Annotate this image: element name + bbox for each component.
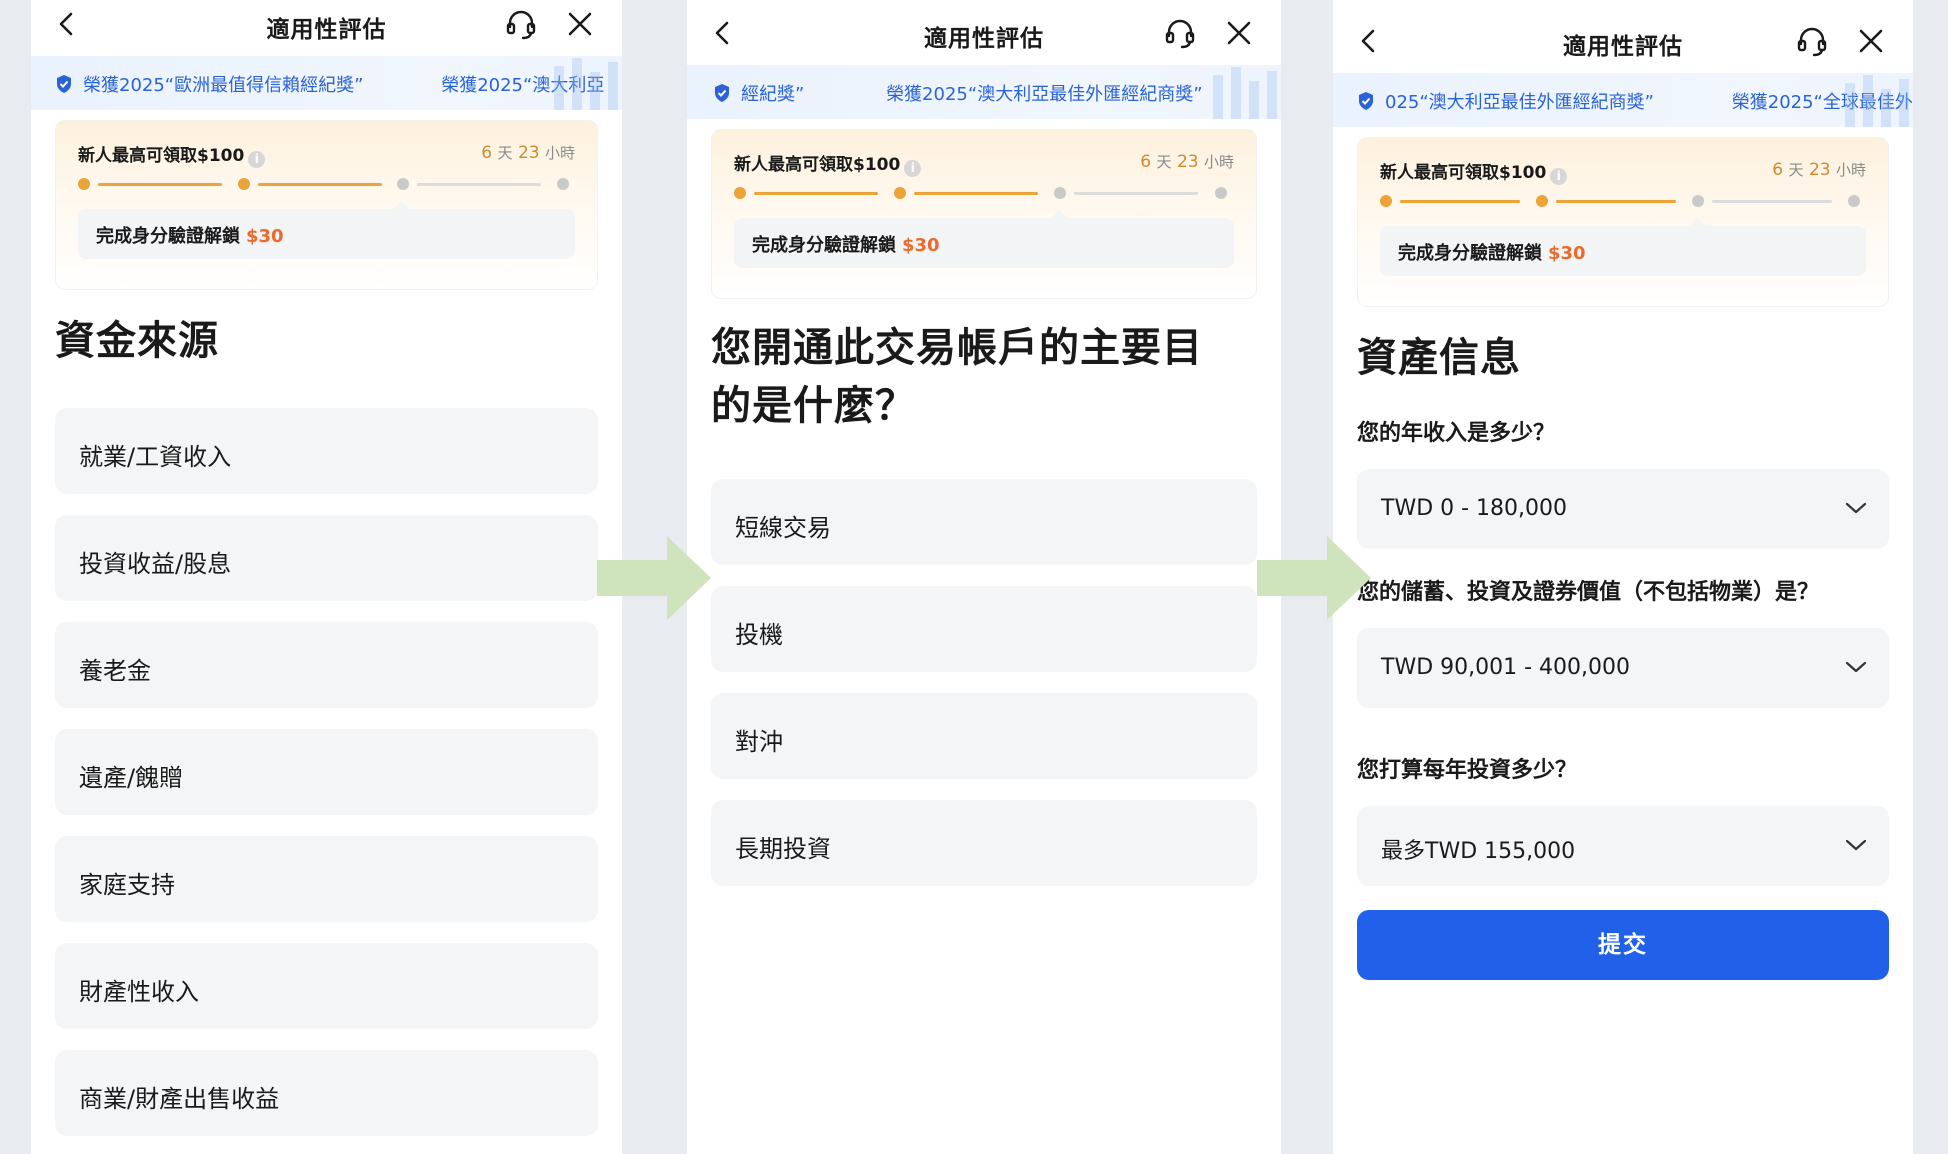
progress-segment [1400,200,1520,203]
option-inheritance-gift[interactable]: 遺產/餽贈 [55,729,598,815]
reward-headline: 新人最高可領取$100 i [1380,158,1568,185]
info-icon[interactable]: i [248,151,266,168]
marquee-item: 榮獲2025“澳大利亞最佳外匯經紀商獎” [886,84,1203,105]
flow-arrow-2 [1257,536,1371,620]
countdown-timer: 6 天 23 小時 [481,143,575,163]
progress-segment [1712,200,1832,203]
option-short-term-trading[interactable]: 短線交易 [711,479,1257,565]
progress-dot [238,178,250,190]
progress-segment [258,183,382,186]
screen-source-of-funds: 適用性評估 榮獲2025“歐洲最值得信賴經紀獎” 榮獲2025“澳大利亞 新人最… [31,0,622,1154]
progress-dot [894,187,906,199]
savings-investment-select[interactable]: TWD 90,001 - 400,000 [1357,628,1889,708]
progress-segment [417,183,541,186]
progress-dot [734,187,746,199]
option-hedging[interactable]: 對沖 [711,693,1257,779]
option-employment-income[interactable]: 就業/工資收入 [55,408,598,494]
reward-headline: 新人最高可領取$100 i [78,141,266,168]
chevron-down-icon [1845,502,1867,514]
option-family-support[interactable]: 家庭支持 [55,836,598,922]
section-heading: 您開通此交易帳戶的主要目 的是什麼？ [711,325,1203,429]
progress-dot [557,178,569,190]
shield-icon [715,84,729,102]
newcomer-reward-card[interactable]: 新人最高可領取$100 i 6 天 23 小時 完成身分驗證解鎖 $30 [1357,137,1889,307]
countdown-timer: 6 天 23 小時 [1140,152,1234,172]
savings-investment-value: TWD 90,001 - 400,000 [1381,655,1631,680]
option-speculation[interactable]: 投機 [711,586,1257,672]
screen-account-purpose: 適用性評估 經紀獎” 榮獲2025“澳大利亞最佳外匯經紀商獎” 新人最高可領取$… [687,0,1281,1154]
question-annual-income-label: 您的年收入是多少？ [1357,421,1556,446]
question-savings-investment-label: 您的儲蓄、投資及證券價值（不包括物業）是？ [1357,580,1820,605]
annual-income-select[interactable]: TWD 0 - 180,000 [1357,469,1889,549]
progress-segment [1556,200,1676,203]
reward-progress [78,178,575,190]
awards-marquee: 025“澳大利亞最佳外匯經紀商獎” 榮獲2025“全球最佳外 [1333,73,1913,127]
info-icon[interactable]: i [1550,168,1568,185]
reward-headline: 新人最高可領取$100 i [734,150,922,177]
award-watermark-icon [1845,75,1909,127]
headset-icon[interactable] [1163,17,1197,51]
nav-bar: 適用性評估 [1333,17,1913,65]
nav-bar: 適用性評估 [687,9,1281,57]
screen-asset-information: 適用性評估 025“澳大利亞最佳外匯經紀商獎” 榮獲2025“全球最佳外 新人最… [1333,0,1913,1154]
headset-icon[interactable] [1795,25,1829,59]
progress-dot [1054,187,1066,199]
award-watermark-icon [554,58,618,110]
marquee-item: 經紀獎” [713,80,804,106]
option-business-sale-proceeds[interactable]: 商業/財產出售收益 [55,1050,598,1136]
progress-dot [1536,195,1548,207]
option-long-term-investment[interactable]: 長期投資 [711,800,1257,886]
progress-dot [1380,195,1392,207]
close-icon[interactable] [566,10,594,38]
annual-investment-select[interactable]: 最多TWD 155,000 [1357,806,1889,886]
marquee-item: 025“澳大利亞最佳外匯經紀商獎” [1357,88,1654,114]
annual-investment-value: 最多TWD 155,000 [1381,839,1576,864]
option-property-income[interactable]: 財產性收入 [55,943,598,1029]
marquee-item: 榮獲2025“歐洲最值得信賴經紀獎” [55,71,363,97]
reward-progress [1380,195,1866,207]
unlock-tip: 完成身分驗證解鎖 $30 [734,218,1234,268]
section-heading: 資金來源 [55,318,219,364]
progress-dot [1848,195,1860,207]
option-pension[interactable]: 養老金 [55,622,598,708]
unlock-tip: 完成身分驗證解鎖 $30 [1380,226,1866,276]
nav-bar: 適用性評估 [31,0,622,48]
progress-dot [397,178,409,190]
headset-icon[interactable] [504,8,538,42]
progress-dot [1692,195,1704,207]
newcomer-reward-card[interactable]: 新人最高可領取$100 i 6 天 23 小時 完成身分驗證解鎖 $30 [55,120,598,290]
progress-segment [914,192,1038,195]
option-investment-income[interactable]: 投資收益/股息 [55,515,598,601]
reward-progress [734,187,1234,199]
chevron-down-icon [1845,839,1867,851]
unlock-tip: 完成身分驗證解鎖 $30 [78,209,575,259]
flow-stage: 適用性評估 榮獲2025“歐洲最值得信賴經紀獎” 榮獲2025“澳大利亞 新人最… [0,0,1948,1154]
countdown-timer: 6 天 23 小時 [1772,160,1866,180]
progress-segment [754,192,878,195]
award-watermark-icon [1213,67,1277,119]
close-icon[interactable] [1857,27,1885,55]
submit-button[interactable]: 提交 [1357,910,1889,980]
awards-marquee: 榮獲2025“歐洲最值得信賴經紀獎” 榮獲2025“澳大利亞 [31,56,622,110]
section-heading: 資產信息 [1357,335,1521,381]
progress-segment [98,183,222,186]
newcomer-reward-card[interactable]: 新人最高可領取$100 i 6 天 23 小時 完成身分驗證解鎖 $30 [711,129,1257,299]
question-annual-investment-label: 您打算每年投資多少？ [1357,758,1578,783]
close-icon[interactable] [1225,19,1253,47]
info-icon[interactable]: i [904,160,922,177]
awards-marquee: 經紀獎” 榮獲2025“澳大利亞最佳外匯經紀商獎” [687,65,1281,119]
shield-icon [57,75,71,93]
progress-dot [78,178,90,190]
shield-icon [1359,92,1373,110]
progress-segment [1074,192,1198,195]
flow-arrow-1 [597,536,711,620]
progress-dot [1215,187,1227,199]
chevron-down-icon [1845,661,1867,673]
annual-income-value: TWD 0 - 180,000 [1381,496,1568,521]
